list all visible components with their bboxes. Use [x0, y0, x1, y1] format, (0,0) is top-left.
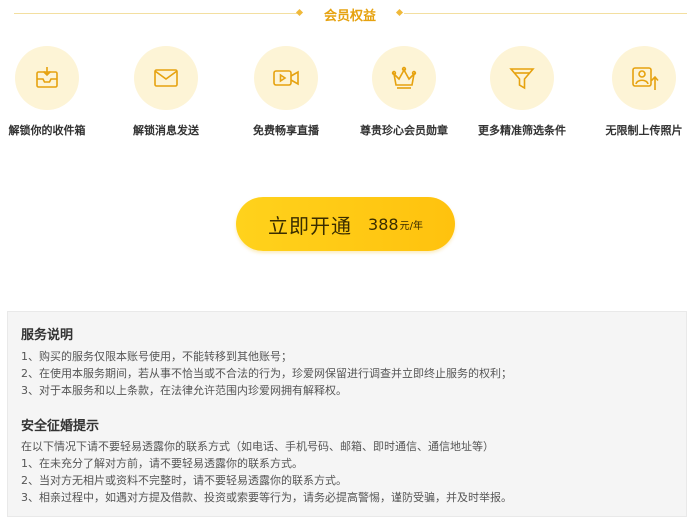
divider-right	[404, 13, 687, 14]
divider-left	[14, 13, 297, 14]
benefit-label: 解锁消息发送	[133, 124, 199, 137]
safety-title: 安全征婚提示	[21, 419, 100, 434]
safety-line: 1、在未充分了解对方前，请不要轻易透露你的联系方式。	[21, 457, 303, 470]
benefit-label: 无限制上传照片	[605, 124, 683, 137]
benefit-message: 解锁消息发送	[107, 46, 225, 138]
safety-line: 3、相亲过程中，如遇对方提及借款、投资或索要等行为，请务必提高警惕，谨防受骗，并…	[21, 491, 512, 504]
inbox-icon	[36, 67, 58, 88]
envelope-icon	[154, 69, 178, 87]
subscribe-button[interactable]: 立即开通 388 元/年	[236, 197, 455, 251]
price-value: 388	[368, 214, 399, 234]
notes-panel: 服务说明 1、购买的服务仅限本账号使用，不能转移到其他账号； 2、在使用本服务期…	[7, 311, 687, 517]
price-unit: 元/年	[399, 220, 423, 232]
benefit-badge: 尊贵珍心会员勋章	[345, 46, 463, 138]
benefit-filter: 更多精准筛选条件	[463, 46, 581, 138]
section-title: 会员权益	[323, 9, 376, 24]
benefit-live: 免费畅享直播	[227, 46, 345, 138]
benefit-inbox: 解锁你的收件箱	[0, 46, 106, 138]
diamond-ornament-left	[295, 8, 304, 17]
crown-icon	[391, 66, 417, 89]
safety-line: 在以下情况下请不要轻易透露你的联系方式（如电话、手机号码、邮箱、即时通信、通信地…	[21, 440, 494, 453]
filter-icon	[509, 68, 535, 90]
video-icon	[273, 70, 299, 86]
service-line: 3、对于本服务和以上条款，在法律允许范围内珍爱网拥有解释权。	[21, 384, 347, 397]
benefit-photos: 无限制上传照片	[585, 46, 700, 138]
benefits-list: 解锁你的收件箱 解锁消息发送 免费畅享直播 尊贵珍心会员勋章 更多精准筛选条件 …	[0, 46, 700, 146]
service-line: 1、购买的服务仅限本账号使用，不能转移到其他账号；	[21, 350, 292, 363]
safety-line: 2、当对方无相片或资料不完整时，请不要轻易透露你的联系方式。	[21, 474, 347, 487]
service-title: 服务说明	[21, 328, 74, 343]
photo-upload-icon	[632, 67, 659, 90]
benefit-label: 更多精准筛选条件	[478, 124, 566, 137]
section-header: 会员权益	[0, 0, 700, 30]
benefit-label: 解锁你的收件箱	[8, 124, 86, 137]
service-line: 2、在使用本服务期间，若从事不恰当或不合法的行为，珍爱网保留进行调查并立即终止服…	[21, 367, 512, 380]
subscribe-label: 立即开通	[268, 213, 353, 238]
benefit-label: 免费畅享直播	[253, 124, 319, 137]
benefit-label: 尊贵珍心会员勋章	[360, 124, 448, 137]
diamond-ornament-right	[395, 8, 404, 17]
